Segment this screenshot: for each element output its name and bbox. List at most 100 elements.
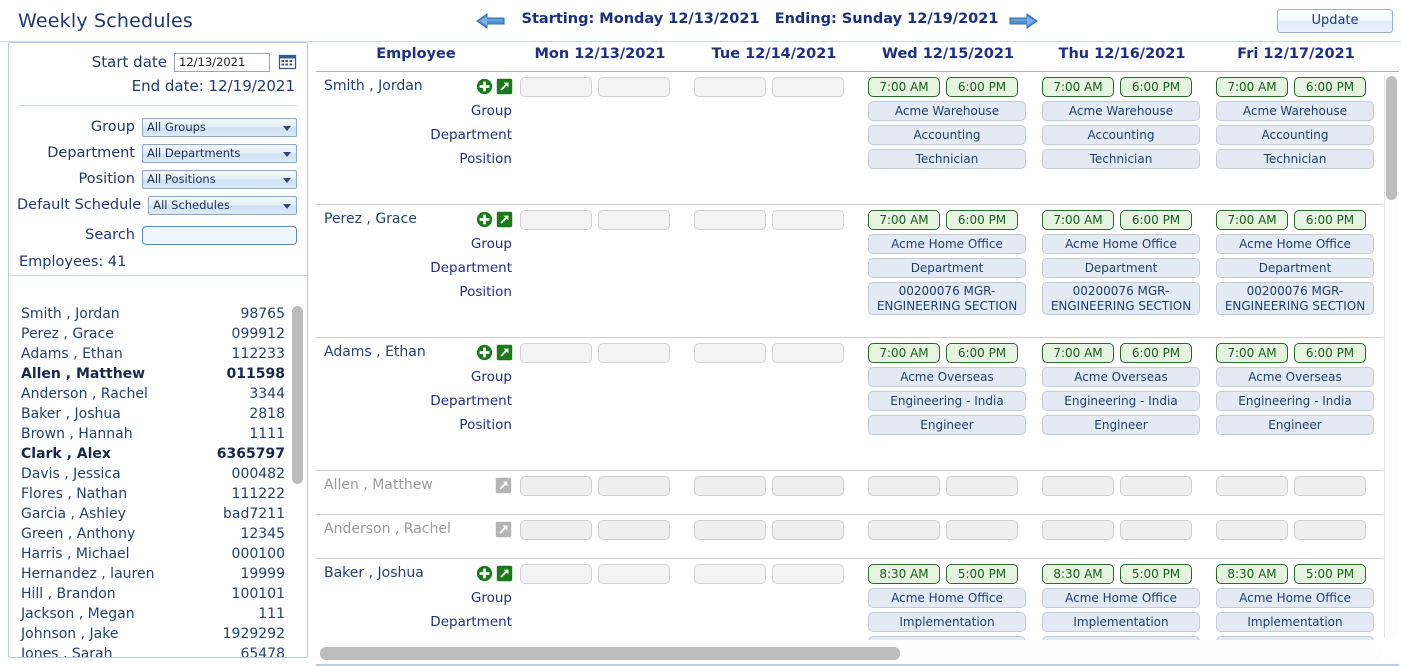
shift-start-time[interactable]: 7:00 AM	[868, 343, 940, 363]
empty-shift-end-slot[interactable]	[772, 210, 844, 230]
empty-shift-start-slot[interactable]	[1042, 476, 1114, 496]
list-item[interactable]: Smith , Jordan 98765	[9, 304, 293, 324]
empty-shift-start-slot[interactable]	[520, 77, 592, 97]
shift-end-time[interactable]: 6:00 PM	[1120, 343, 1192, 363]
expand-arrow-icon[interactable]	[496, 211, 513, 228]
group-chip[interactable]: Acme Overseas	[868, 367, 1026, 387]
list-item[interactable]: Jones , Sarah 65478	[9, 644, 293, 657]
employee-list-scrollbar[interactable]	[292, 300, 303, 655]
shift-end-time[interactable]: 6:00 PM	[1294, 343, 1366, 363]
group-chip[interactable]: Acme Home Office	[1042, 234, 1200, 254]
empty-shift-start-slot[interactable]	[520, 210, 592, 230]
position-chip[interactable]: Engineer	[1216, 415, 1374, 435]
add-circle-icon[interactable]	[476, 344, 493, 361]
department-chip[interactable]: Department	[1042, 258, 1200, 278]
row-employee-name[interactable]: Allen , Matthew	[324, 477, 433, 493]
position-chip[interactable]: Engineer	[1042, 415, 1200, 435]
shift-start-time[interactable]: 8:30 AM	[868, 564, 940, 584]
empty-shift-end-slot[interactable]	[946, 476, 1018, 496]
position-chip[interactable]: Technician	[1216, 636, 1374, 640]
position-chip[interactable]: Technician	[1042, 149, 1200, 169]
shift-start-time[interactable]: 7:00 AM	[868, 210, 940, 230]
department-chip[interactable]: Accounting	[1216, 125, 1374, 145]
list-item[interactable]: Clark , Alex 6365797	[9, 444, 293, 464]
empty-shift-end-slot[interactable]	[1294, 476, 1366, 496]
group-chip[interactable]: Acme Warehouse	[1216, 101, 1374, 121]
expand-arrow-icon[interactable]	[496, 78, 513, 95]
scrollbar-thumb[interactable]	[320, 647, 900, 660]
scrollbar-thumb[interactable]	[1386, 76, 1397, 200]
position-chip[interactable]: 00200076 MGR-ENGINEERING SECTION	[868, 282, 1026, 315]
list-item[interactable]: Perez , Grace 099912	[9, 324, 293, 344]
empty-shift-start-slot[interactable]	[1216, 520, 1288, 540]
position-chip[interactable]: Technician	[868, 149, 1026, 169]
list-item[interactable]: Flores , Nathan 111222	[9, 484, 293, 504]
shift-end-time[interactable]: 6:00 PM	[1120, 77, 1192, 97]
shift-end-time[interactable]: 6:00 PM	[946, 210, 1018, 230]
empty-shift-start-slot[interactable]	[520, 476, 592, 496]
start-date-input[interactable]	[174, 52, 270, 72]
department-chip[interactable]: Implementation	[1216, 612, 1374, 632]
empty-shift-end-slot[interactable]	[772, 343, 844, 363]
row-employee-name[interactable]: Baker , Joshua	[324, 565, 424, 581]
row-employee-name[interactable]: Perez , Grace	[324, 211, 417, 227]
expand-arrow-icon[interactable]	[495, 521, 512, 538]
position-select[interactable]: All Positions	[142, 169, 297, 189]
employee-list[interactable]: Smith , Jordan 98765 Perez , Grace 099912 Ad…	[9, 298, 293, 657]
empty-shift-end-slot[interactable]	[598, 77, 670, 97]
group-select[interactable]: All Groups	[142, 117, 297, 137]
scrollbar-thumb[interactable]	[292, 306, 303, 484]
group-chip[interactable]: Acme Home Office	[1216, 588, 1374, 608]
department-chip[interactable]: Accounting	[868, 125, 1026, 145]
list-item[interactable]: Johnson , Jake 1929292	[9, 624, 293, 644]
shift-end-time[interactable]: 5:00 PM	[1120, 564, 1192, 584]
list-item[interactable]: Adams , Ethan 112233	[9, 344, 293, 364]
department-chip[interactable]: Engineering - India	[1042, 391, 1200, 411]
department-chip[interactable]: Department	[868, 258, 1026, 278]
grid-horizontal-scrollbar[interactable]	[320, 647, 1381, 660]
shift-end-time[interactable]: 6:00 PM	[946, 77, 1018, 97]
shift-start-time[interactable]: 7:00 AM	[1042, 343, 1114, 363]
group-chip[interactable]: Acme Warehouse	[868, 101, 1026, 121]
row-employee-name[interactable]: Smith , Jordan	[324, 78, 423, 94]
empty-shift-end-slot[interactable]	[598, 476, 670, 496]
shift-end-time[interactable]: 6:00 PM	[1294, 77, 1366, 97]
arrow-right-icon[interactable]	[1008, 12, 1038, 30]
expand-arrow-icon[interactable]	[496, 344, 513, 361]
empty-shift-end-slot[interactable]	[598, 520, 670, 540]
list-item[interactable]: Garcia , Ashley bad7211	[9, 504, 293, 524]
group-chip[interactable]: Acme Home Office	[1042, 588, 1200, 608]
department-chip[interactable]: Implementation	[1042, 612, 1200, 632]
list-item[interactable]: Jackson , Megan 111	[9, 604, 293, 624]
list-item[interactable]: Hernandez , lauren 19999	[9, 564, 293, 584]
department-chip[interactable]: Engineering - India	[1216, 391, 1374, 411]
list-item[interactable]: Allen , Matthew 011598	[9, 364, 293, 384]
shift-end-time[interactable]: 6:00 PM	[946, 343, 1018, 363]
department-chip[interactable]: Implementation	[868, 612, 1026, 632]
empty-shift-start-slot[interactable]	[868, 476, 940, 496]
empty-shift-start-slot[interactable]	[694, 77, 766, 97]
search-input[interactable]	[142, 225, 297, 245]
default-schedule-select[interactable]: All Schedules	[148, 195, 297, 215]
empty-shift-end-slot[interactable]	[772, 520, 844, 540]
department-select[interactable]: All Departments	[142, 143, 297, 163]
list-item[interactable]: Davis , Jessica 000482	[9, 464, 293, 484]
shift-end-time[interactable]: 5:00 PM	[946, 564, 1018, 584]
empty-shift-start-slot[interactable]	[694, 476, 766, 496]
update-button[interactable]: Update	[1277, 9, 1393, 33]
list-item[interactable]: Hill , Brandon 100101	[9, 584, 293, 604]
shift-start-time[interactable]: 7:00 AM	[1042, 77, 1114, 97]
empty-shift-start-slot[interactable]	[520, 520, 592, 540]
shift-start-time[interactable]: 7:00 AM	[1216, 77, 1288, 97]
department-chip[interactable]: Department	[1216, 258, 1374, 278]
row-employee-name[interactable]: Anderson , Rachel	[324, 521, 451, 537]
position-chip[interactable]: Technician	[1216, 149, 1374, 169]
shift-start-time[interactable]: 8:30 AM	[1042, 564, 1114, 584]
empty-shift-end-slot[interactable]	[598, 210, 670, 230]
empty-shift-start-slot[interactable]	[694, 520, 766, 540]
list-item[interactable]: Anderson , Rachel 3344	[9, 384, 293, 404]
add-circle-icon[interactable]	[476, 565, 493, 582]
position-chip[interactable]: Engineer	[868, 415, 1026, 435]
position-chip[interactable]: 00200076 MGR-ENGINEERING SECTION	[1042, 282, 1200, 315]
shift-start-time[interactable]: 7:00 AM	[868, 77, 940, 97]
